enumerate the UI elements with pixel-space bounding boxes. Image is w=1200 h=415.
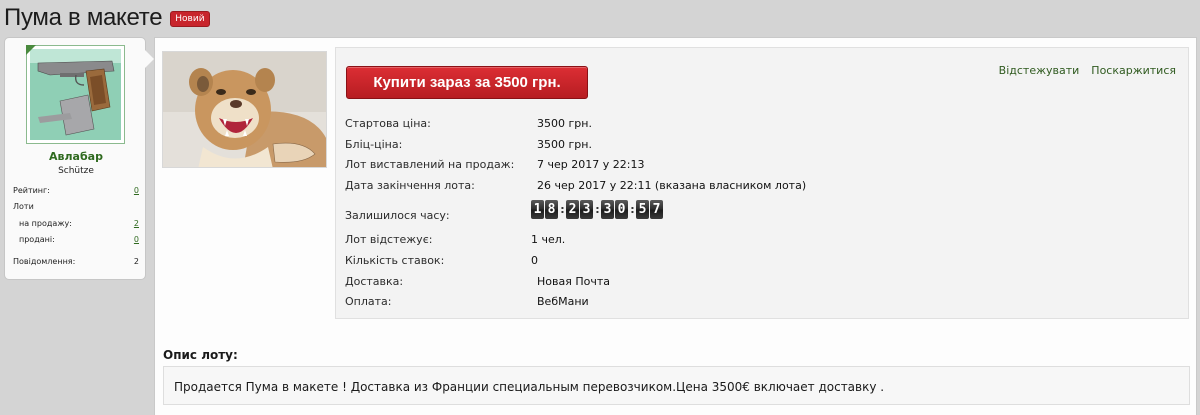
stat-rating-label: Рейтинг: [13, 186, 50, 195]
watchers-label: Лот відстежує: [345, 233, 433, 246]
countdown-timer: 1 8 : 2 3 : 3 0 : 5 7 [531, 200, 664, 219]
time-left-label: Залишилося часу: [345, 209, 450, 222]
stat-lots-label: Лоти [13, 202, 34, 211]
end-date-value: 26 чер 2017 у 22:11 (вказана власником л… [537, 179, 807, 192]
avatar-image [30, 49, 121, 140]
avatar[interactable] [26, 45, 125, 144]
online-corner-indicator [26, 45, 36, 55]
payment-value: ВебМани [537, 295, 589, 308]
delivery-value: Новая Почта [537, 275, 610, 288]
seller-title: Schütze [58, 166, 94, 176]
seller-panel: Авлабар Schütze Рейтинг: 0 Лоти на прода… [4, 37, 154, 280]
description-box: Продается Пума в макете ! Доставка из Фр… [163, 366, 1190, 405]
stat-for-sale: на продажу: 2 [19, 219, 139, 228]
delivery-label: Доставка: [345, 275, 404, 288]
end-date-label: Дата закінчення лота: [345, 179, 475, 192]
payment-label: Оплата: [345, 295, 392, 308]
countdown-digit: 8 [545, 200, 558, 219]
watch-link[interactable]: Відстежувати [999, 64, 1080, 77]
listed-date-label: Лот виставлений на продаж: [345, 158, 515, 171]
countdown-digit: 0 [615, 200, 628, 219]
countdown-digit: 3 [580, 200, 593, 219]
stat-for-sale-value[interactable]: 2 [134, 219, 139, 228]
stat-messages: Повідомлення: 2 [13, 257, 139, 266]
stat-sold-value[interactable]: 0 [134, 235, 139, 244]
blitz-price-value: 3500 грн. [537, 138, 592, 151]
seller-username[interactable]: Авлабар [5, 150, 147, 163]
stat-sold: продані: 0 [19, 235, 139, 244]
lot-info-box: Купити зараз за 3500 грн. Відстежувати П… [335, 47, 1189, 319]
report-link[interactable]: Поскаржитися [1091, 64, 1176, 77]
countdown-separator: : [595, 203, 600, 216]
pistol-image [30, 49, 121, 140]
stat-messages-value: 2 [133, 257, 139, 266]
countdown-digit: 7 [650, 200, 663, 219]
bids-value: 0 [531, 254, 538, 267]
countdown-digit: 3 [601, 200, 614, 219]
listed-date-value: 7 чер 2017 у 22:13 [537, 158, 645, 171]
new-badge: Новий [170, 11, 210, 27]
countdown-digit: 5 [636, 200, 649, 219]
stat-messages-label: Повідомлення: [13, 257, 76, 266]
stat-lots-header: Лоти [13, 202, 139, 211]
page-title: Пума в макете [4, 4, 163, 31]
page-header: Пума в макете Новий [4, 4, 210, 32]
countdown-digit: 2 [566, 200, 579, 219]
stat-rating-value[interactable]: 0 [134, 186, 139, 195]
countdown-separator: : [630, 203, 635, 216]
stat-sold-label: продані: [19, 235, 55, 244]
puma-image [163, 52, 326, 167]
countdown-separator: : [560, 203, 565, 216]
stat-rating: Рейтинг: 0 [13, 186, 139, 195]
start-price-label: Стартова ціна: [345, 117, 431, 130]
buy-now-button[interactable]: Купити зараз за 3500 грн. [346, 66, 588, 99]
watchers-value: 1 чел. [531, 233, 566, 246]
bids-label: Кількість ставок: [345, 254, 445, 267]
lot-photo[interactable] [162, 51, 327, 168]
lot-actions: Відстежувати Поскаржитися [999, 64, 1176, 77]
start-price-value: 3500 грн. [537, 117, 592, 130]
countdown-digit: 1 [531, 200, 544, 219]
blitz-price-label: Бліц-ціна: [345, 138, 403, 151]
lot-main: Купити зараз за 3500 грн. Відстежувати П… [154, 37, 1197, 415]
description-heading: Опис лоту: [163, 348, 238, 362]
stat-for-sale-label: на продажу: [19, 219, 72, 228]
description-text: Продается Пума в макете ! Доставка из Фр… [174, 380, 885, 394]
